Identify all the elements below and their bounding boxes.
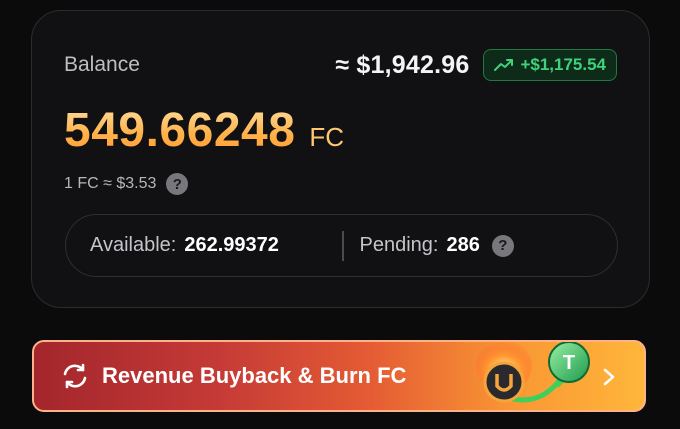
question-icon[interactable]: ? [166, 173, 189, 195]
available-stat: Available: 262.99372 [66, 234, 342, 257]
banner-title: Revenue Buyback & Burn FC [102, 363, 407, 388]
available-value: 262.99372 [184, 234, 279, 256]
svg-text:T: T [563, 352, 575, 374]
balance-usd-value: ≈ $1,942.96 [335, 50, 470, 79]
gain-badge: +$1,175.54 [483, 49, 617, 81]
pending-stat: Pending: 286 ? [344, 234, 514, 257]
balance-stats: Available: 262.99372 Pending: 286 ? [65, 214, 618, 277]
token-amount-row: 549.66248 FC [64, 103, 344, 158]
gain-value: +$1,175.54 [520, 55, 606, 74]
balance-label: Balance [64, 53, 140, 76]
coins-illustration: T [476, 342, 590, 403]
swap-icon [63, 363, 87, 389]
chevron-right-icon [603, 368, 615, 386]
trend-up-icon [494, 59, 514, 71]
available-label: Available: [90, 234, 177, 256]
token-unit: FC [309, 122, 345, 152]
balance-card: Balance ≈ $1,942.96 +$1,175.54 549.66248… [31, 10, 650, 308]
question-icon[interactable]: ? [491, 234, 514, 257]
pending-label: Pending: [359, 234, 439, 256]
exchange-rate: 1 FC ≈ $3.53 [64, 175, 157, 192]
token-amount: 549.66248 [64, 104, 296, 157]
balance-header: Balance ≈ $1,942.96 +$1,175.54 [64, 49, 617, 81]
pending-value: 286 [446, 234, 480, 256]
balance-usd-group: ≈ $1,942.96 +$1,175.54 [335, 49, 617, 81]
exchange-rate-row: 1 FC ≈ $3.53 ? [64, 173, 189, 195]
buyback-burn-banner[interactable]: Revenue Buyback & Burn FC T [32, 340, 646, 412]
